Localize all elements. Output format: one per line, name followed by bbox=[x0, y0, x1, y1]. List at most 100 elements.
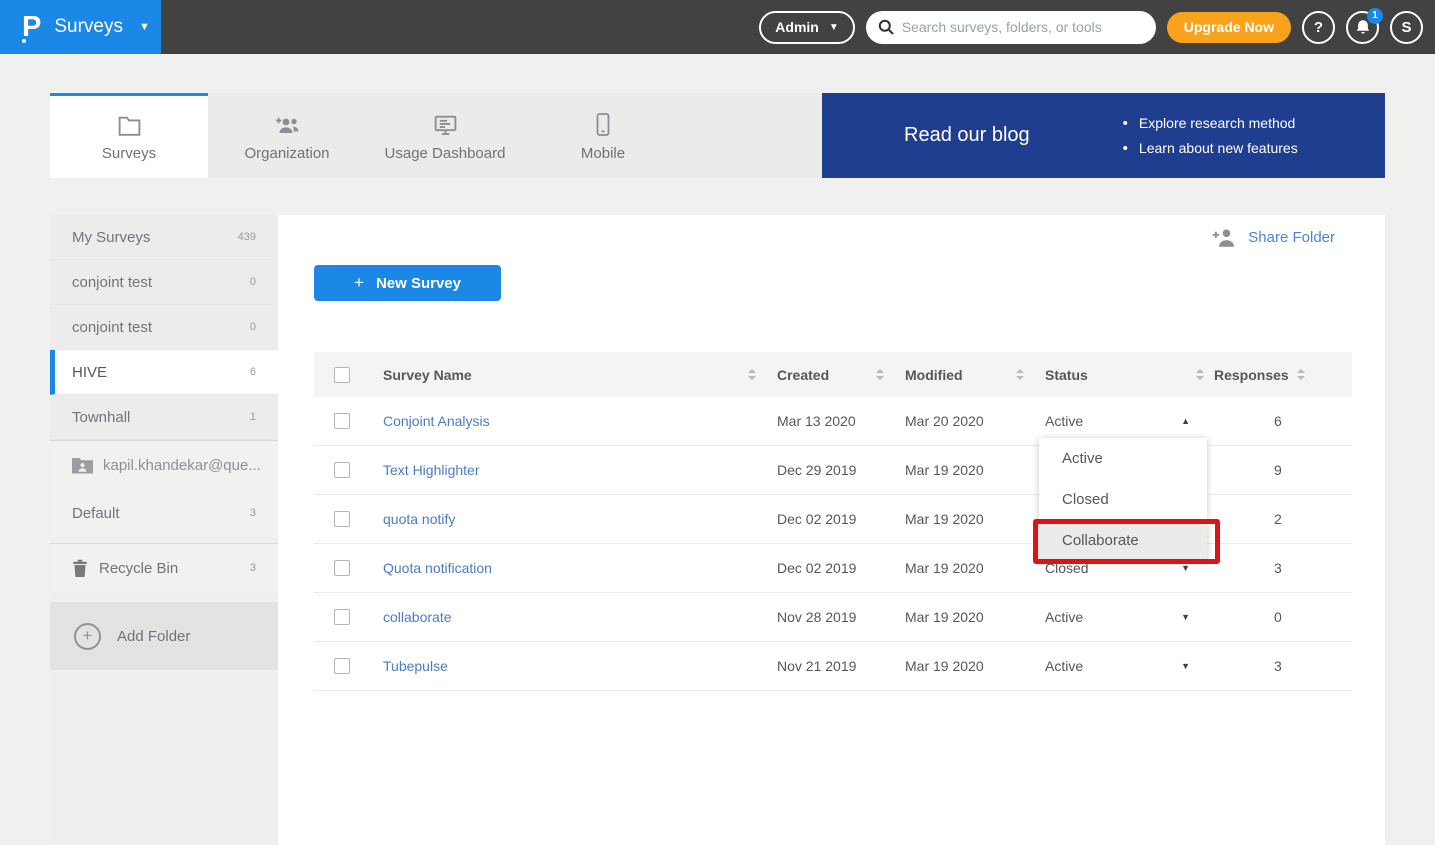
banner-title: Read our blog bbox=[904, 124, 1030, 147]
table-row: collaborate Nov 28 2019 Mar 19 2020 Acti… bbox=[314, 593, 1352, 642]
col-status[interactable]: Status bbox=[1032, 367, 1212, 383]
folder-count: 1 bbox=[250, 411, 256, 423]
search-box bbox=[866, 11, 1156, 44]
row-checkbox[interactable] bbox=[334, 609, 350, 625]
sidebar-item-default[interactable]: Default 3 bbox=[50, 489, 278, 537]
tab-surveys[interactable]: Surveys bbox=[50, 93, 208, 178]
product-menu-label: Surveys bbox=[54, 16, 123, 38]
blog-banner[interactable]: Read our blog Explore research method Le… bbox=[822, 93, 1385, 178]
survey-name-link[interactable]: Tubepulse bbox=[383, 658, 448, 674]
status-value: Closed bbox=[1045, 560, 1089, 576]
survey-name-link[interactable]: Text Highlighter bbox=[383, 462, 480, 478]
top-bar: P Surveys ▼ Admin ▼ Upgrade Now ? 1 S bbox=[0, 0, 1435, 54]
my-folders-section: My Surveys 439 conjoint test 0 conjoint … bbox=[50, 215, 278, 440]
new-survey-label: New Survey bbox=[376, 275, 461, 292]
row-checkbox[interactable] bbox=[334, 413, 350, 429]
chevron-down-icon: ▼ bbox=[139, 21, 150, 33]
col-responses[interactable]: Responses bbox=[1212, 367, 1352, 383]
status-option-active[interactable]: Active bbox=[1039, 438, 1207, 479]
select-all-checkbox[interactable] bbox=[334, 367, 350, 383]
col-modified[interactable]: Modified bbox=[892, 367, 1032, 383]
upgrade-now-button[interactable]: Upgrade Now bbox=[1167, 12, 1291, 43]
tab-organization[interactable]: Organization bbox=[208, 93, 366, 178]
sidebar-item-conjoint-test-1[interactable]: conjoint test 0 bbox=[50, 260, 278, 305]
status-caret-icon[interactable]: ▲ bbox=[1181, 416, 1190, 426]
sort-icon[interactable] bbox=[748, 369, 756, 380]
status-option-collaborate[interactable]: Collaborate bbox=[1039, 520, 1207, 561]
status-caret-icon[interactable]: ▼ bbox=[1181, 612, 1190, 622]
row-modified: Mar 20 2020 bbox=[892, 413, 1032, 429]
notifications-button[interactable]: 1 bbox=[1346, 11, 1379, 44]
add-folder-button[interactable]: + Add Folder bbox=[50, 602, 278, 670]
plus-icon: + bbox=[354, 273, 364, 293]
survey-name-link[interactable]: collaborate bbox=[383, 609, 452, 625]
row-responses: 9 bbox=[1212, 462, 1352, 478]
sidebar-item-shared-account[interactable]: kapil.khandekar@que... bbox=[50, 441, 278, 489]
col-survey-name[interactable]: Survey Name bbox=[370, 367, 762, 383]
tab-label: Surveys bbox=[102, 145, 156, 162]
sort-icon[interactable] bbox=[876, 369, 884, 380]
column-label: Responses bbox=[1214, 367, 1289, 383]
col-created[interactable]: Created bbox=[762, 367, 892, 383]
survey-name-link[interactable]: Quota notification bbox=[383, 560, 492, 576]
sort-icon[interactable] bbox=[1196, 369, 1204, 380]
folder-label: conjoint test bbox=[72, 319, 152, 336]
status-select[interactable]: Closed ▼ bbox=[1032, 560, 1212, 576]
help-button[interactable]: ? bbox=[1302, 11, 1335, 44]
folder-count: 0 bbox=[250, 321, 256, 333]
folder-label: Recycle Bin bbox=[99, 560, 178, 577]
sidebar-item-townhall[interactable]: Townhall 1 bbox=[50, 395, 278, 440]
share-folder-link[interactable]: Share Folder bbox=[1212, 228, 1335, 247]
admin-menu[interactable]: Admin ▼ bbox=[759, 11, 854, 44]
recycle-bin-section: Recycle Bin 3 bbox=[50, 543, 278, 592]
tab-mobile[interactable]: Mobile bbox=[524, 93, 682, 178]
status-value: Active bbox=[1045, 413, 1083, 429]
person-add-icon bbox=[1212, 228, 1237, 247]
sort-icon[interactable] bbox=[1297, 369, 1305, 380]
mobile-icon bbox=[595, 113, 611, 137]
status-caret-icon[interactable]: ▼ bbox=[1181, 661, 1190, 671]
folder-count: 3 bbox=[250, 507, 256, 519]
status-select[interactable]: Active ▼ bbox=[1032, 609, 1212, 625]
tab-label: Usage Dashboard bbox=[385, 145, 506, 162]
sidebar-item-my-surveys[interactable]: My Surveys 439 bbox=[50, 215, 278, 260]
shared-folder-icon bbox=[72, 457, 93, 474]
row-checkbox[interactable] bbox=[334, 511, 350, 527]
column-label: Created bbox=[777, 367, 829, 383]
avatar[interactable]: S bbox=[1390, 11, 1423, 44]
sort-icon[interactable] bbox=[1016, 369, 1024, 380]
status-option-closed[interactable]: Closed bbox=[1039, 479, 1207, 520]
status-select[interactable]: Active ▼ bbox=[1032, 658, 1212, 674]
row-checkbox[interactable] bbox=[334, 658, 350, 674]
folder-label: Townhall bbox=[72, 409, 130, 426]
column-label: Survey Name bbox=[383, 367, 472, 383]
status-dropdown-menu: Active Closed Collaborate bbox=[1039, 438, 1207, 561]
search-input[interactable] bbox=[902, 19, 1144, 35]
sidebar-item-recycle-bin[interactable]: Recycle Bin 3 bbox=[50, 544, 278, 592]
tab-usage-dashboard[interactable]: Usage Dashboard bbox=[366, 93, 524, 178]
row-checkbox[interactable] bbox=[334, 462, 350, 478]
folder-count: 439 bbox=[238, 231, 256, 243]
banner-bullet: Explore research method bbox=[1139, 111, 1295, 136]
row-responses: 3 bbox=[1212, 560, 1352, 576]
folder-label: My Surveys bbox=[72, 229, 150, 246]
banner-bullet: Learn about new features bbox=[1139, 136, 1298, 161]
survey-name-link[interactable]: Conjoint Analysis bbox=[383, 413, 490, 429]
new-survey-button[interactable]: + New Survey bbox=[314, 265, 501, 301]
row-checkbox[interactable] bbox=[334, 560, 350, 576]
status-select[interactable]: Active ▲ bbox=[1032, 413, 1212, 429]
folder-label: kapil.khandekar@que... bbox=[103, 457, 261, 474]
product-menu[interactable]: P Surveys ▼ bbox=[0, 0, 161, 54]
status-caret-icon[interactable]: ▼ bbox=[1181, 563, 1190, 573]
folder-count: 3 bbox=[250, 562, 256, 574]
survey-name-link[interactable]: quota notify bbox=[383, 511, 455, 527]
folder-count: 0 bbox=[250, 276, 256, 288]
folder-count: 6 bbox=[250, 366, 256, 378]
sidebar-item-conjoint-test-2[interactable]: conjoint test 0 bbox=[50, 305, 278, 350]
tab-label: Mobile bbox=[581, 145, 625, 162]
row-created: Dec 29 2019 bbox=[762, 462, 892, 478]
add-folder-label: Add Folder bbox=[117, 628, 190, 645]
row-responses: 0 bbox=[1212, 609, 1352, 625]
sidebar-item-hive[interactable]: HIVE 6 bbox=[50, 350, 278, 395]
questionpro-logo: P bbox=[22, 13, 41, 42]
